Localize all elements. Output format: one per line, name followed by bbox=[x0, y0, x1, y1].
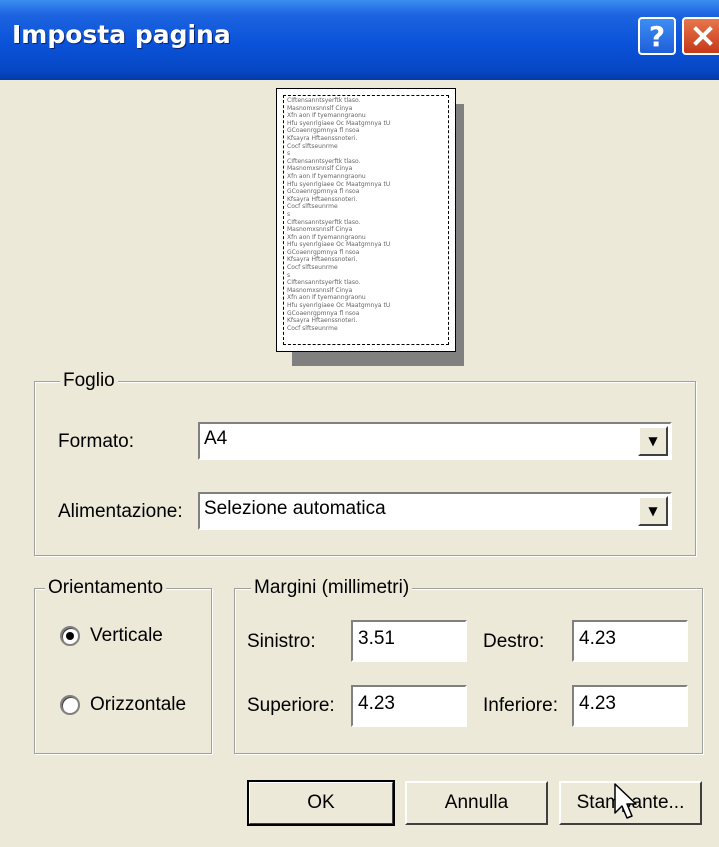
preview-text-line: GCoaenrgpmnya fl nsoa bbox=[287, 248, 360, 256]
portrait-radio[interactable] bbox=[60, 626, 80, 646]
preview-text-line: Masnomxsnnslf Cinya bbox=[287, 165, 353, 173]
margin-bottom-input[interactable]: 4.23 bbox=[572, 685, 688, 727]
paper-size-dropdown-button[interactable]: ▼ bbox=[638, 426, 668, 456]
portrait-label[interactable]: Verticale bbox=[90, 624, 163, 648]
preview-sample-text: CIftensanntsyerftk tlaso. Masnomxsnnslf C… bbox=[287, 97, 447, 343]
paper-source-label: Alimentazione: bbox=[58, 501, 183, 522]
preview-text-line: GCoaenrgpmnya fl nsoa bbox=[287, 127, 360, 135]
close-button[interactable] bbox=[682, 17, 719, 55]
preview-text-line: GCoaenrgpmnya fl nsoa bbox=[287, 309, 360, 317]
title-bar[interactable]: Imposta pagina ? bbox=[0, 0, 719, 80]
preview-text-line: CIftensanntsyerftk tlaso. bbox=[287, 218, 361, 226]
chevron-down-icon: ▼ bbox=[648, 434, 658, 448]
margin-top-label: Superiore: bbox=[247, 695, 335, 716]
page-setup-dialog: Imposta pagina ? CIftensanntsyerftk tlas… bbox=[0, 0, 719, 847]
preview-text-line: Kfsayra Hftaenssnoteri. bbox=[287, 134, 358, 142]
preview-text-line: Hfu syenrlgiaee Oc Maatgmnya tU bbox=[287, 180, 391, 188]
margin-bottom-label: Inferiore: bbox=[483, 695, 558, 716]
margin-bottom-value: 4.23 bbox=[579, 693, 616, 714]
margins-group bbox=[234, 588, 703, 754]
paper-source-dropdown-button[interactable]: ▼ bbox=[638, 496, 668, 526]
close-icon bbox=[693, 26, 713, 46]
paper-source-value: Selezione automatica bbox=[204, 498, 386, 519]
paper-size-value: A4 bbox=[204, 428, 228, 449]
orientation-group-label: Orientamento bbox=[45, 577, 167, 599]
landscape-radio[interactable] bbox=[60, 695, 80, 715]
preview-text-line: Cocf slftseunrme bbox=[287, 324, 338, 332]
margin-left-input[interactable]: 3.51 bbox=[351, 620, 467, 662]
preview-text-line: CIftensanntsyerftk tlaso. bbox=[287, 157, 361, 165]
paper-group-label: Foglio bbox=[60, 370, 118, 392]
preview-text-line: Masnomxsnnslf Cinya bbox=[287, 286, 353, 294]
preview-text-line: Hfu syenrlgiaee Oc Maatgmnya tU bbox=[287, 241, 391, 249]
margin-right-value: 4.23 bbox=[579, 628, 616, 649]
paper-size-label: Formato: bbox=[58, 431, 135, 452]
margin-right-input[interactable]: 4.23 bbox=[572, 620, 688, 662]
landscape-label[interactable]: Orizzontale bbox=[90, 693, 186, 717]
preview-text-line: CIftensanntsyerftk tlaso. bbox=[287, 97, 361, 104]
preview-text-line: Hfu syenrlgiaee Oc Maatgmnya tU bbox=[287, 119, 391, 127]
preview-text-line: Masnomxsnnslf Cinya bbox=[287, 104, 353, 112]
preview-text-line: Xfn aon If tyemanngraonu bbox=[287, 112, 366, 120]
cancel-button[interactable]: Annulla bbox=[405, 781, 548, 825]
preview-text-line: s bbox=[287, 150, 291, 158]
preview-text-line: Masnomxsnnslf Cinya bbox=[287, 226, 353, 234]
preview-text-line: CIftensanntsyerftk tlaso. bbox=[287, 279, 361, 287]
mouse-cursor-icon bbox=[614, 783, 637, 819]
chevron-down-icon: ▼ bbox=[648, 504, 658, 518]
preview-text-line: Kfsayra Hftaenssnoteri. bbox=[287, 256, 358, 264]
paper-size-select[interactable]: A4 ▼ bbox=[198, 422, 672, 460]
preview-text-line: Cocf slftseunrme bbox=[287, 142, 338, 150]
margin-right-label: Destro: bbox=[483, 631, 545, 652]
preview-text-line: Xfn aon If tyemanngraonu bbox=[287, 233, 366, 241]
margin-top-input[interactable]: 4.23 bbox=[351, 685, 467, 727]
preview-text-line: Cocf slftseunrme bbox=[287, 264, 338, 272]
preview-text-line: GCoaenrgpmnya fl nsoa bbox=[287, 188, 360, 196]
orientation-group bbox=[34, 588, 212, 754]
preview-text-line: Kfsayra Hftaenssnoteri. bbox=[287, 317, 358, 325]
margins-group-label: Margini (millimetri) bbox=[251, 577, 413, 599]
preview-text-line: Xfn aon If tyemanngraonu bbox=[287, 294, 366, 302]
page-preview: CIftensanntsyerftk tlaso. Masnomxsnnslf C… bbox=[276, 88, 456, 352]
margin-top-value: 4.23 bbox=[358, 693, 395, 714]
margin-left-label: Sinistro: bbox=[247, 631, 316, 652]
preview-text-line: Xfn aon If tyemanngraonu bbox=[287, 172, 366, 180]
preview-text-line: s bbox=[287, 210, 291, 218]
preview-text-line: Hfu syenrlgiaee Oc Maatgmnya tU bbox=[287, 302, 391, 310]
window-title: Imposta pagina bbox=[12, 20, 231, 49]
preview-text-line: s bbox=[287, 271, 291, 279]
margin-left-value: 3.51 bbox=[358, 628, 395, 649]
preview-text-line: Kfsayra Hftaenssnoteri. bbox=[287, 195, 358, 203]
paper-source-select[interactable]: Selezione automatica ▼ bbox=[198, 492, 672, 530]
preview-text-line: Cocf slftseunrme bbox=[287, 203, 338, 211]
ok-button[interactable]: OK bbox=[247, 780, 395, 826]
help-button[interactable]: ? bbox=[638, 17, 676, 55]
